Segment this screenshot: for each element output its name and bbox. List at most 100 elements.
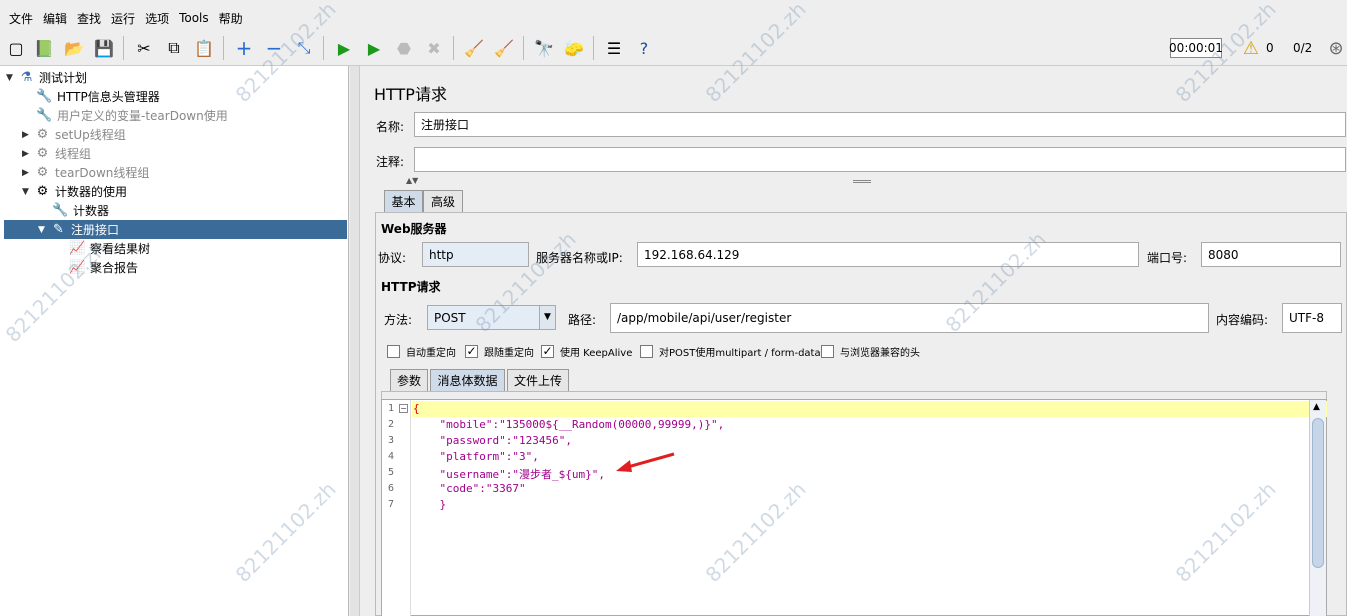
name-field[interactable]: 注册接口: [414, 112, 1346, 137]
menu-help[interactable]: 帮助: [219, 10, 243, 27]
tab-body-data[interactable]: 消息体数据: [430, 369, 505, 391]
expand-arrow-icon[interactable]: ▶: [22, 149, 34, 159]
comment-field[interactable]: [414, 147, 1346, 172]
tab-advanced[interactable]: 高级: [423, 190, 463, 212]
fold-icon[interactable]: −: [399, 404, 408, 413]
save-icon[interactable]: 💾: [93, 37, 115, 59]
wrench-icon: 🔧: [36, 108, 53, 123]
splitter-arrows-icon[interactable]: ▲▼: [406, 176, 418, 185]
tree-item[interactable]: ▶ ⚙ setUp线程组: [22, 125, 126, 144]
annotation-arrow-icon: [616, 452, 675, 472]
tree-item[interactable]: 🔧 HTTP信息头管理器: [36, 87, 159, 106]
expand-arrow-icon[interactable]: ▶: [22, 130, 34, 140]
tree-item[interactable]: ▶ ⚙ tearDown线程组: [22, 163, 149, 182]
templates-icon[interactable]: 📗: [33, 37, 55, 59]
wrench-icon: 🔧: [52, 203, 69, 218]
line-number: 4: [388, 451, 395, 462]
browser-headers-checkbox[interactable]: 与浏览器兼容的头: [821, 344, 920, 359]
keepalive-checkbox[interactable]: ✓ 使用 KeepAlive: [541, 344, 632, 359]
tree-item[interactable]: ▼ ⚙ 计数器的使用: [22, 182, 127, 201]
menu-options[interactable]: 选项: [145, 10, 169, 27]
scrollbar-thumb[interactable]: [1312, 418, 1324, 568]
open-icon[interactable]: 📂: [63, 37, 85, 59]
server-field[interactable]: 192.168.64.129: [637, 242, 1139, 267]
elapsed-timer: 00:00:01: [1169, 38, 1223, 58]
warning-count: 0: [1266, 41, 1274, 55]
grip-icon[interactable]: [853, 180, 871, 183]
collapse-arrow-icon[interactable]: ▼: [6, 73, 18, 83]
menu-search[interactable]: 查找: [77, 10, 101, 27]
stop-icon[interactable]: ⬣: [393, 37, 415, 59]
new-icon[interactable]: ▢: [5, 37, 27, 59]
server-label: 服务器名称或IP:: [536, 251, 623, 265]
reset-search-icon[interactable]: 🧽: [563, 37, 585, 59]
toggle-icon[interactable]: ⤡: [293, 37, 315, 59]
remote-icon[interactable]: ⊛: [1325, 37, 1347, 59]
collapse-arrow-icon[interactable]: ▼: [22, 187, 34, 197]
paste-icon[interactable]: 📋: [193, 37, 215, 59]
tab-file-upload[interactable]: 文件上传: [507, 369, 569, 391]
line-number: 2: [388, 419, 395, 430]
protocol-field[interactable]: http: [422, 242, 529, 267]
collapse-icon[interactable]: −: [263, 36, 285, 60]
menu-run[interactable]: 运行: [111, 10, 135, 27]
encoding-field[interactable]: UTF-8: [1282, 303, 1342, 333]
expand-arrow-icon[interactable]: ▶: [22, 168, 34, 178]
code-line: }: [413, 498, 447, 511]
name-label: 名称:: [376, 120, 405, 134]
shutdown-icon[interactable]: ✖: [423, 37, 445, 59]
collapse-arrow-icon[interactable]: ▼: [38, 225, 50, 235]
options-row: 自动重定向 ✓ 跟随重定向 ✓ 使用 KeepAlive 对POST使用multip…: [387, 344, 1337, 360]
start-no-pause-icon[interactable]: ▶: [363, 37, 385, 59]
function-helper-icon[interactable]: ☰: [603, 37, 625, 59]
editor-scrollbar[interactable]: ▲: [1309, 400, 1326, 616]
line-number: 7: [388, 499, 395, 510]
help-icon[interactable]: ?: [633, 37, 655, 59]
tree-item[interactable]: 🔧 用户定义的变量-tearDown使用: [36, 106, 227, 125]
tree-item[interactable]: ▶ ⚙ 线程组: [22, 144, 91, 163]
search-icon[interactable]: 🔭: [533, 37, 555, 59]
chart-icon: 📈: [69, 260, 86, 275]
code-line: "username":"漫步者_${um}",: [413, 468, 605, 481]
thread-count: 0/2: [1293, 41, 1313, 55]
gear-icon: ⚙: [36, 127, 49, 142]
scroll-up-icon[interactable]: ▲: [1313, 402, 1320, 412]
expand-icon[interactable]: +: [233, 36, 255, 60]
chevron-down-icon[interactable]: ▼: [539, 306, 555, 329]
follow-redirect-checkbox[interactable]: ✓ 跟随重定向: [465, 344, 534, 359]
menu-file[interactable]: 文件: [9, 10, 33, 27]
tree-root[interactable]: ▼ ⚗ 测试计划: [6, 68, 87, 87]
tree-item[interactable]: 📈 察看结果树: [69, 239, 150, 258]
multipart-checkbox[interactable]: 对POST使用multipart / form-data: [640, 344, 821, 359]
checkbox-box: [821, 345, 834, 358]
chart-icon: 📈: [69, 241, 86, 256]
gear-icon: ⚙: [36, 184, 49, 199]
checkbox-box: [387, 345, 400, 358]
start-icon[interactable]: ▶: [333, 37, 355, 59]
tree-item-selected[interactable]: ▼ ✎ 注册接口: [4, 220, 347, 239]
protocol-label: 协议:: [378, 251, 407, 265]
line-number: 6: [388, 483, 395, 494]
auto-redirect-checkbox[interactable]: 自动重定向: [387, 344, 456, 359]
menu-edit[interactable]: 编辑: [43, 10, 67, 27]
clear-all-icon[interactable]: 🧹: [493, 37, 515, 59]
body-editor[interactable]: 1 − 2 3 4 5 6 7 { "mobile":"135000${__Ra…: [381, 399, 1327, 616]
menu-tools[interactable]: Tools: [179, 11, 209, 25]
pipette-icon: ✎: [53, 222, 64, 237]
clear-icon[interactable]: 🧹: [463, 37, 485, 59]
path-field[interactable]: /app/mobile/api/user/register: [610, 303, 1209, 333]
pane-splitter[interactable]: [350, 66, 360, 616]
port-field[interactable]: 8080: [1201, 242, 1341, 267]
tree-item[interactable]: 📈 聚合报告: [69, 258, 138, 277]
tree-item[interactable]: 🔧 计数器: [52, 201, 109, 220]
tab-basic[interactable]: 基本: [384, 190, 423, 212]
warning-icon[interactable]: ⚠: [1240, 37, 1262, 59]
check-icon: ✓: [465, 344, 478, 358]
line-number-gutter: 1 − 2 3 4 5 6 7: [382, 400, 411, 616]
cut-icon[interactable]: ✂: [133, 37, 155, 59]
encoding-label: 内容编码:: [1216, 313, 1269, 327]
tab-parameters[interactable]: 参数: [390, 369, 428, 391]
copy-icon[interactable]: ⧉: [163, 37, 185, 59]
gear-icon: ⚙: [36, 165, 49, 180]
method-select[interactable]: POST ▼: [427, 305, 556, 330]
